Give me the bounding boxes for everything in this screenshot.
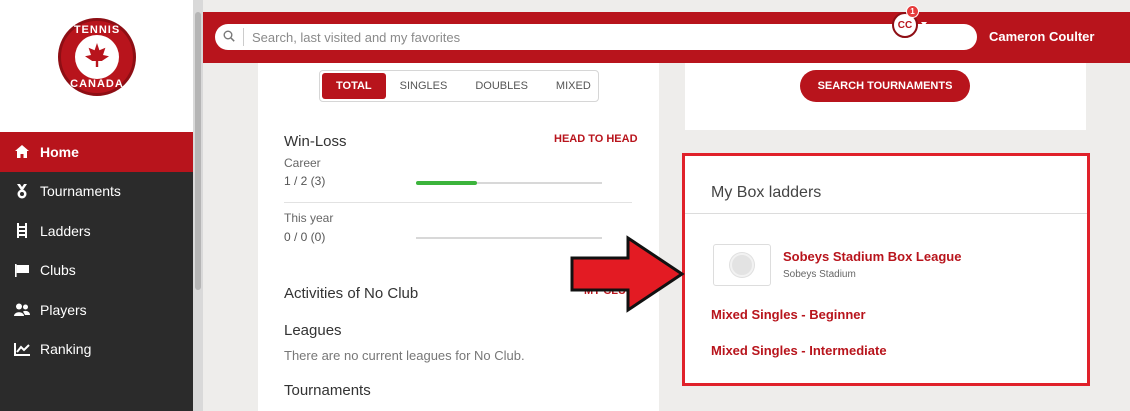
divider — [284, 202, 632, 203]
box-ladders-title: My Box ladders — [711, 184, 822, 201]
sidebar-item-label: Ladders — [40, 222, 91, 239]
search-icon[interactable] — [215, 30, 243, 45]
ladder-link-beginner[interactable]: Mixed Singles - Beginner — [711, 307, 866, 322]
logo-area: TENNIS CANADA — [0, 0, 193, 132]
sidebar-nav: Home Tournaments Ladders Clubs Players R… — [0, 132, 193, 411]
sidebar-item-label: Home — [40, 143, 79, 160]
people-icon — [14, 302, 30, 318]
ladder-icon — [14, 223, 30, 239]
medal-icon — [14, 183, 30, 199]
top-bar: Cameron Coulter — [203, 12, 1130, 63]
search-separator — [243, 28, 244, 46]
chevron-down-icon[interactable] — [921, 22, 927, 26]
career-progress-bar — [416, 181, 602, 185]
box-league-club: Sobeys Stadium — [783, 269, 856, 280]
sidebar-item-clubs[interactable]: Clubs — [0, 251, 193, 291]
activities-title: Activities of No Club — [284, 285, 419, 302]
stats-segmented-control: TOTAL SINGLES DOUBLES MIXED — [319, 70, 599, 102]
search-input[interactable] — [252, 29, 977, 45]
sidebar-item-ladders[interactable]: Ladders — [0, 211, 193, 251]
year-value: 0 / 0 (0) — [284, 230, 326, 244]
career-label: Career — [284, 156, 321, 170]
leagues-empty-text: There are no current leagues for No Club… — [284, 348, 525, 363]
logo-text-bottom: CANADA — [70, 78, 124, 90]
sidebar-item-tournaments[interactable]: Tournaments — [0, 172, 193, 212]
career-progress-fill — [416, 181, 478, 185]
flag-icon — [14, 262, 30, 278]
box-league-link[interactable]: Sobeys Stadium Box League — [783, 249, 961, 264]
tab-singles[interactable]: SINGLES — [386, 73, 462, 99]
tennis-canada-logo[interactable]: TENNIS CANADA — [58, 18, 136, 96]
win-loss-title: Win-Loss — [284, 133, 347, 150]
club-logo[interactable] — [713, 244, 771, 286]
tab-mixed[interactable]: MIXED — [542, 73, 605, 99]
sidebar-item-label: Tournaments — [40, 183, 121, 200]
notification-badge[interactable]: 1 — [906, 5, 919, 18]
year-label: This year — [284, 211, 334, 225]
sidebar-item-label: Players — [40, 301, 87, 318]
ladder-link-intermediate[interactable]: Mixed Singles - Intermediate — [711, 343, 887, 358]
user-name[interactable]: Cameron Coulter — [989, 29, 1094, 44]
sidebar-item-home[interactable]: Home — [0, 132, 193, 172]
sidebar-scrollbar-thumb[interactable] — [195, 12, 201, 290]
tab-doubles[interactable]: DOUBLES — [461, 73, 542, 99]
divider — [685, 213, 1087, 214]
red-arrow-annotation — [570, 235, 685, 313]
home-icon — [14, 144, 30, 160]
box-ladders-card: My Box ladders Sobeys Stadium Box League… — [682, 153, 1090, 386]
career-value: 1 / 2 (3) — [284, 174, 326, 188]
sidebar-item-players[interactable]: Players — [0, 290, 193, 330]
club-placeholder-icon — [730, 253, 754, 277]
search-tournaments-card: SEARCH TOURNAMENTS — [685, 63, 1086, 130]
tab-total[interactable]: TOTAL — [322, 73, 386, 99]
search-tournaments-button[interactable]: SEARCH TOURNAMENTS — [800, 70, 970, 102]
leagues-title: Leagues — [284, 322, 342, 339]
sidebar-item-ranking[interactable]: Ranking — [0, 330, 193, 370]
chart-icon — [14, 341, 30, 357]
sidebar-item-label: Ranking — [40, 341, 92, 358]
sidebar-item-label: Clubs — [40, 262, 76, 279]
search-box — [215, 24, 977, 50]
sidebar: TENNIS CANADA Home Tournaments Ladders C… — [0, 0, 193, 411]
tournaments-title: Tournaments — [284, 382, 371, 399]
head-to-head-link[interactable]: HEAD TO HEAD — [554, 133, 638, 145]
